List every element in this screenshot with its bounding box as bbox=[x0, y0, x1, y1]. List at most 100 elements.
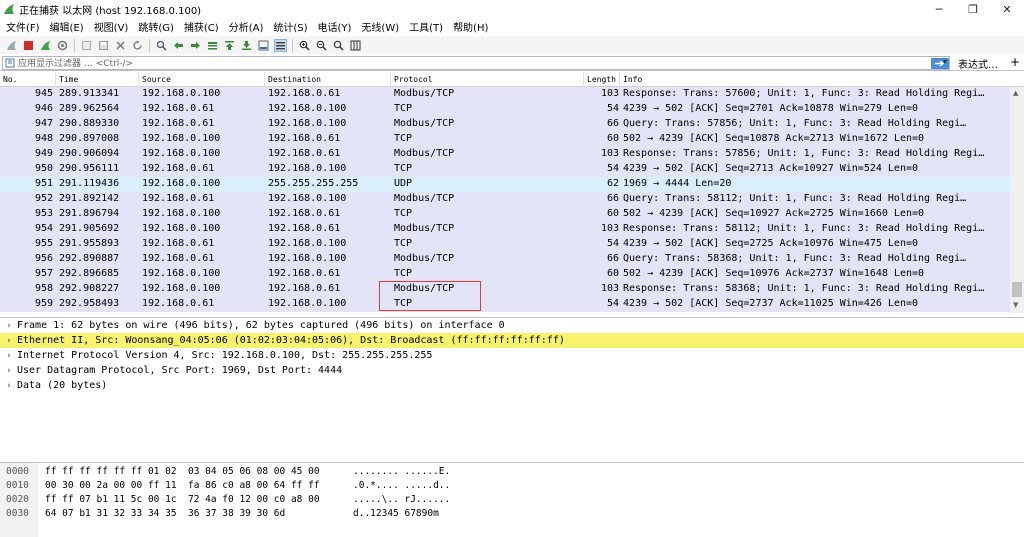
packet-row[interactable]: 950 290.956111 192.168.0.61 192.168.0.100 TC… bbox=[0, 162, 1010, 177]
bookmark-icon[interactable] bbox=[5, 58, 15, 68]
expand-arrow-icon[interactable]: › bbox=[3, 321, 15, 331]
column-header-source[interactable]: Source bbox=[142, 75, 171, 84]
close-file-icon[interactable] bbox=[114, 39, 127, 52]
packet-length-cell: 54 bbox=[606, 163, 619, 174]
detail-tree-row[interactable]: › Ethernet II, Src: Woonsang_04:05:06 (01… bbox=[0, 333, 1024, 348]
packet-row[interactable]: 958 292.908227 192.168.0.100 192.168.0.61 Mo… bbox=[0, 282, 1010, 297]
colorize-icon[interactable] bbox=[274, 38, 287, 52]
add-filter-button[interactable]: + bbox=[1010, 55, 1020, 69]
scrollbar-thumb[interactable] bbox=[1012, 282, 1022, 297]
menu-tools[interactable]: 工具(T) bbox=[405, 19, 449, 34]
expand-arrow-icon[interactable]: › bbox=[3, 351, 15, 361]
column-header-destination[interactable]: Destination bbox=[268, 75, 321, 84]
packet-row[interactable]: 953 291.896794 192.168.0.100 192.168.0.61 TC… bbox=[0, 207, 1010, 222]
column-header-info[interactable]: Info bbox=[623, 75, 642, 84]
packet-length-cell: 103 bbox=[600, 283, 619, 294]
go-first-packet-icon[interactable] bbox=[223, 39, 236, 52]
capture-options-icon[interactable] bbox=[56, 39, 69, 52]
hex-row[interactable]: 0000 ff ff ff ff ff ff 01 02 03 04 05 06 … bbox=[0, 466, 1024, 481]
hex-row[interactable]: 0010 00 30 00 2a 00 00 ff 11 fa 86 c0 a8 … bbox=[0, 480, 1024, 495]
start-capture-icon[interactable] bbox=[5, 39, 18, 52]
packet-protocol-cell: TCP bbox=[394, 133, 413, 144]
packet-number-cell: 958 bbox=[34, 283, 53, 294]
zoom-reset-icon[interactable] bbox=[332, 39, 345, 52]
column-divider[interactable] bbox=[583, 72, 584, 87]
packet-details-pane[interactable]: › Frame 1: 62 bytes on wire (496 bits), 6… bbox=[0, 317, 1024, 460]
packet-length-cell: 66 bbox=[606, 118, 619, 129]
detail-tree-row[interactable]: › Frame 1: 62 bytes on wire (496 bits), 6… bbox=[0, 318, 1024, 333]
menu-telephony[interactable]: 电话(Y) bbox=[314, 19, 358, 34]
autoscroll-icon[interactable] bbox=[257, 39, 270, 52]
packet-row[interactable]: 951 291.119436 192.168.0.100 255.255.255.25… bbox=[0, 177, 1010, 192]
packet-row[interactable]: 952 291.892142 192.168.0.61 192.168.0.100 Mo… bbox=[0, 192, 1010, 207]
packet-row[interactable]: 955 291.955893 192.168.0.61 192.168.0.100 TC… bbox=[0, 237, 1010, 252]
column-divider[interactable] bbox=[264, 72, 265, 87]
menu-wireless[interactable]: 无线(W) bbox=[357, 19, 405, 34]
menu-edit[interactable]: 编辑(E) bbox=[46, 19, 90, 34]
close-icon[interactable]: ✕ bbox=[990, 0, 1024, 18]
column-header-no[interactable]: No. bbox=[3, 75, 17, 84]
packet-time-cell: 290.897008 bbox=[59, 133, 120, 144]
hex-row[interactable]: 0020 ff ff 07 b1 11 5c 00 1c 72 4a f0 12 … bbox=[0, 494, 1024, 509]
packet-list-scrollbar[interactable]: ▲ ▼ bbox=[1010, 87, 1024, 313]
packet-bytes-pane[interactable]: 0000 ff ff ff ff ff ff 01 02 03 04 05 06 … bbox=[0, 462, 1024, 537]
menu-capture[interactable]: 捕获(C) bbox=[180, 19, 225, 34]
packet-row[interactable]: 949 290.906094 192.168.0.100 192.168.0.61 Mo… bbox=[0, 147, 1010, 162]
packet-row[interactable]: 948 290.897008 192.168.0.100 192.168.0.61 TC… bbox=[0, 132, 1010, 147]
packet-row[interactable]: 947 290.889330 192.168.0.61 192.168.0.100 Mo… bbox=[0, 117, 1010, 132]
save-file-icon[interactable] bbox=[97, 39, 110, 52]
packet-row[interactable]: 954 291.905692 192.168.0.100 192.168.0.61 Mo… bbox=[0, 222, 1010, 237]
expand-arrow-icon[interactable]: › bbox=[3, 381, 15, 391]
packet-number-cell: 957 bbox=[34, 268, 53, 279]
hex-ascii: d..12345 67890m bbox=[353, 508, 439, 519]
menu-go[interactable]: 跳转(G) bbox=[134, 19, 180, 34]
go-forward-icon[interactable] bbox=[189, 39, 202, 52]
packet-time-cell: 291.896794 bbox=[59, 208, 120, 219]
zoom-in-icon[interactable] bbox=[298, 39, 311, 52]
menu-help[interactable]: 帮助(H) bbox=[449, 19, 494, 34]
packet-destination-cell: 192.168.0.100 bbox=[268, 118, 347, 129]
go-to-packet-icon[interactable] bbox=[206, 39, 219, 52]
column-header-time[interactable]: Time bbox=[59, 75, 78, 84]
scroll-up-icon[interactable]: ▲ bbox=[1013, 89, 1018, 97]
packet-row[interactable]: 957 292.896685 192.168.0.100 192.168.0.61 TC… bbox=[0, 267, 1010, 282]
packet-row[interactable]: 956 292.890887 192.168.0.61 192.168.0.100 Mo… bbox=[0, 252, 1010, 267]
expand-arrow-icon[interactable]: › bbox=[3, 366, 15, 376]
packet-row[interactable]: 959 292.958493 192.168.0.61 192.168.0.100 TC… bbox=[0, 297, 1010, 312]
column-divider[interactable] bbox=[619, 72, 620, 87]
menu-analyze[interactable]: 分析(A) bbox=[225, 19, 270, 34]
expression-button[interactable]: 表达式… bbox=[958, 56, 998, 71]
packet-row[interactable]: 946 289.962564 192.168.0.61 192.168.0.100 TC… bbox=[0, 102, 1010, 117]
menu-statistics[interactable]: 统计(S) bbox=[269, 19, 313, 34]
stop-capture-icon[interactable] bbox=[22, 39, 35, 52]
detail-tree-row[interactable]: › Internet Protocol Version 4, Src: 192.1… bbox=[0, 348, 1024, 363]
packet-length-cell: 60 bbox=[606, 208, 619, 219]
column-divider[interactable] bbox=[55, 72, 56, 87]
resize-columns-icon[interactable] bbox=[349, 39, 362, 52]
column-header-protocol[interactable]: Protocol bbox=[394, 75, 433, 84]
restart-capture-icon[interactable] bbox=[39, 39, 52, 52]
packet-time-cell: 291.119436 bbox=[59, 178, 120, 189]
display-filter-input[interactable]: 应用显示过滤器 … <Ctrl-/> bbox=[2, 55, 950, 70]
go-back-icon[interactable] bbox=[172, 39, 185, 52]
detail-tree-row[interactable]: › User Datagram Protocol, Src Port: 1969,… bbox=[0, 363, 1024, 378]
column-divider[interactable] bbox=[390, 72, 391, 87]
open-file-icon[interactable] bbox=[80, 39, 93, 52]
packet-destination-cell: 192.168.0.61 bbox=[268, 148, 341, 159]
column-divider[interactable] bbox=[138, 72, 139, 87]
hex-row[interactable]: 0030 64 07 b1 31 32 33 34 35 36 37 38 39 … bbox=[0, 508, 1024, 523]
scroll-down-icon[interactable]: ▼ bbox=[1013, 301, 1018, 309]
find-packet-icon[interactable] bbox=[155, 39, 168, 52]
menu-file[interactable]: 文件(F) bbox=[2, 19, 46, 34]
packet-row[interactable]: 945 289.913341 192.168.0.100 192.168.0.61 Mo… bbox=[0, 87, 1010, 102]
packet-list-pane[interactable]: No. Time Source Destination Protocol Len… bbox=[0, 72, 1024, 313]
reload-file-icon[interactable] bbox=[131, 39, 144, 52]
detail-tree-row[interactable]: › Data (20 bytes) bbox=[0, 378, 1024, 393]
menu-view[interactable]: 视图(V) bbox=[90, 19, 135, 34]
column-header-length[interactable]: Length bbox=[587, 75, 616, 84]
restore-icon[interactable]: ❐ bbox=[956, 0, 990, 18]
zoom-out-icon[interactable] bbox=[315, 39, 328, 52]
expand-arrow-icon[interactable]: › bbox=[3, 336, 15, 346]
go-last-packet-icon[interactable] bbox=[240, 39, 253, 52]
minimize-icon[interactable]: ─ bbox=[922, 0, 956, 18]
